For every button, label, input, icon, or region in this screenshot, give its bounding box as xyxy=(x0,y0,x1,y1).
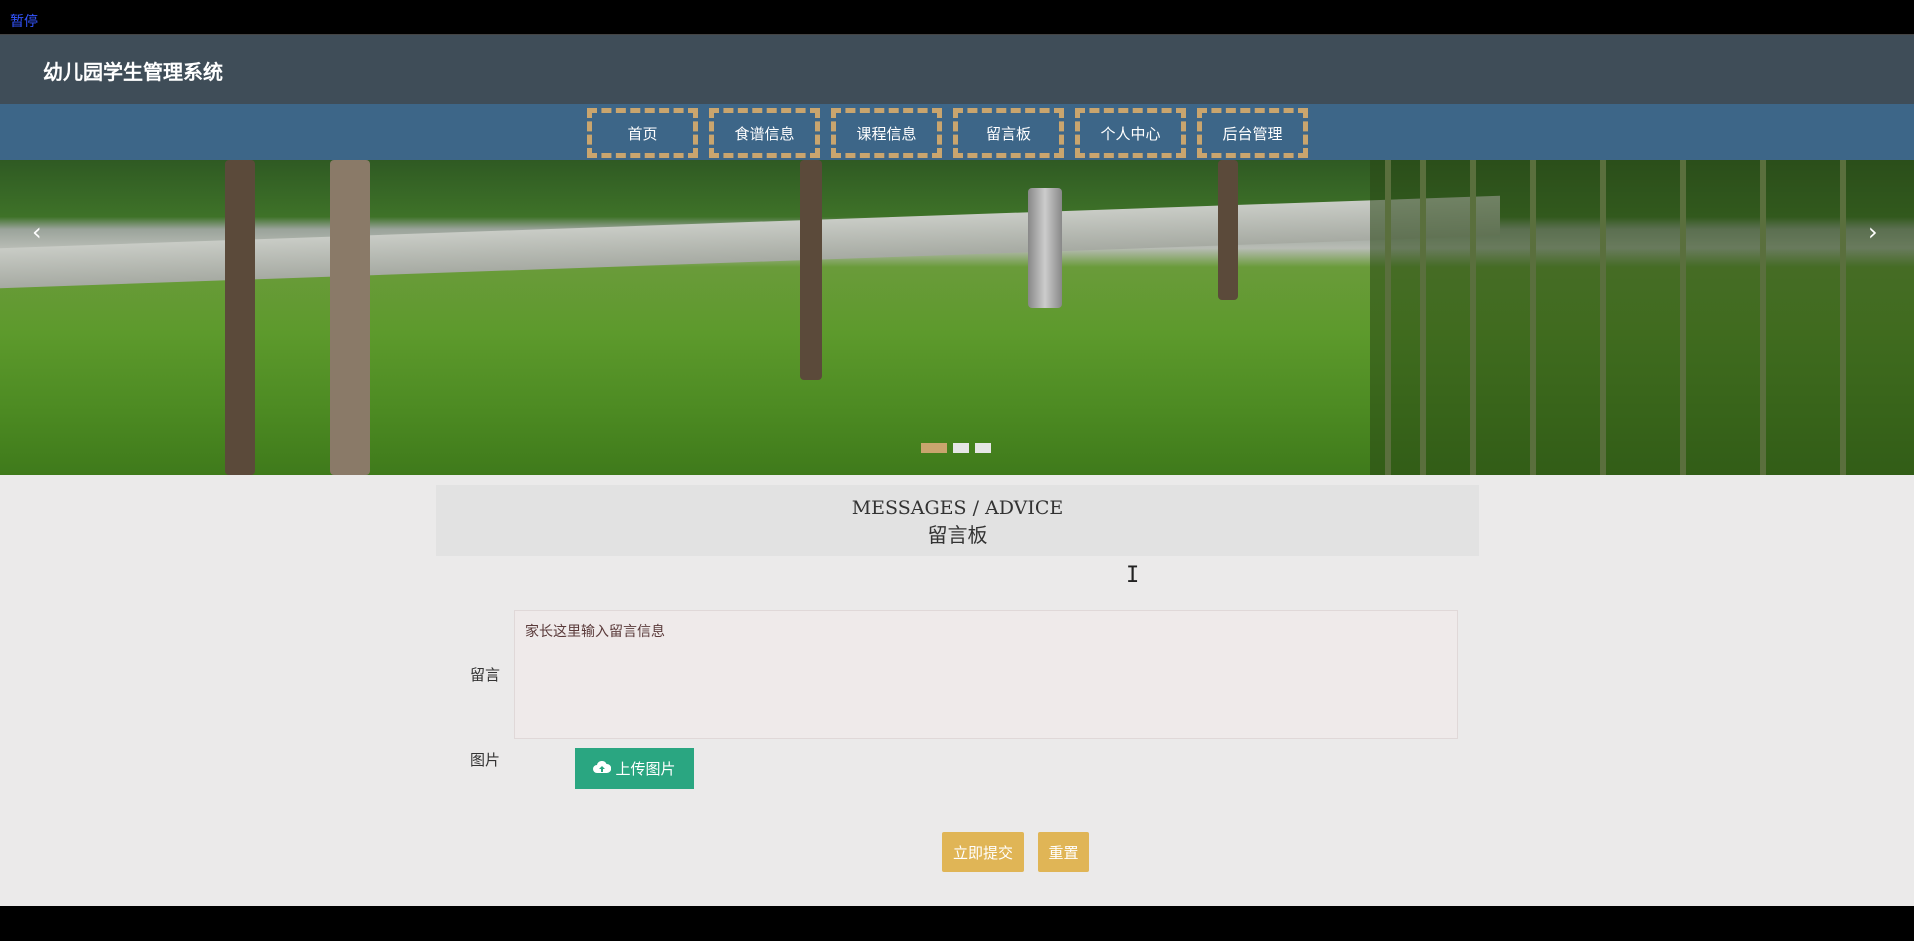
banner-lamp-post xyxy=(1028,188,1062,308)
pause-link[interactable]: 暂停 xyxy=(10,11,38,31)
nav-item-message-board[interactable]: 留言板 xyxy=(953,108,1064,158)
message-label: 留言 xyxy=(470,666,501,684)
bamboo-stalk xyxy=(1760,160,1766,475)
nav-item-recipes[interactable]: 食谱信息 xyxy=(709,108,820,158)
nav-items: 首页 食谱信息 课程信息 留言板 个人中心 后台管理 xyxy=(587,108,1308,158)
bamboo-stalk xyxy=(1840,160,1846,475)
carousel-dot-3[interactable] xyxy=(975,443,991,453)
bamboo-stalk xyxy=(1385,160,1391,475)
main-content: MESSAGES / ADVICE 留言板 I 留言 图片 上传图片 立即提交 … xyxy=(0,475,1914,906)
bottom-bar xyxy=(0,906,1914,941)
bamboo-stalk xyxy=(1420,160,1426,475)
section-header: MESSAGES / ADVICE 留言板 xyxy=(436,485,1479,556)
banner-tree xyxy=(800,160,822,380)
nav-item-personal-center[interactable]: 个人中心 xyxy=(1075,108,1186,158)
section-title-zh: 留言板 xyxy=(927,523,988,547)
cloud-upload-icon xyxy=(593,760,612,777)
main-nav: 首页 食谱信息 课程信息 留言板 个人中心 后台管理 xyxy=(0,104,1914,160)
upload-image-button[interactable]: 上传图片 xyxy=(575,748,694,789)
carousel-indicators xyxy=(921,443,997,453)
carousel-dot-1[interactable] xyxy=(921,443,947,453)
submit-button[interactable]: 立即提交 xyxy=(942,832,1024,872)
banner-carousel: ‹ › xyxy=(0,160,1914,475)
nav-item-courses[interactable]: 课程信息 xyxy=(831,108,942,158)
upload-image-label: 上传图片 xyxy=(615,761,676,778)
banner-tree xyxy=(330,160,370,475)
top-bar: 暂停 xyxy=(0,0,1914,35)
banner-tree xyxy=(225,160,255,475)
banner-bamboo xyxy=(1370,160,1914,475)
chevron-left-icon[interactable]: ‹ xyxy=(32,218,42,246)
image-label: 图片 xyxy=(470,751,501,769)
bamboo-stalk xyxy=(1600,160,1606,475)
site-title: 幼儿园学生管理系统 xyxy=(43,60,223,84)
site-header: 幼儿园学生管理系统 xyxy=(0,35,1914,104)
message-textarea[interactable] xyxy=(514,610,1458,739)
bamboo-stalk xyxy=(1470,160,1476,475)
text-cursor-icon: I xyxy=(1126,563,1140,588)
banner-tree xyxy=(1218,160,1238,300)
chevron-right-icon[interactable]: › xyxy=(1868,218,1878,246)
nav-item-home[interactable]: 首页 xyxy=(587,108,698,158)
reset-button[interactable]: 重置 xyxy=(1038,832,1089,872)
bamboo-stalk xyxy=(1530,160,1536,475)
section-title-en: MESSAGES / ADVICE xyxy=(851,497,1064,519)
bamboo-stalk xyxy=(1680,160,1686,475)
nav-item-admin[interactable]: 后台管理 xyxy=(1197,108,1308,158)
carousel-dot-2[interactable] xyxy=(953,443,969,453)
